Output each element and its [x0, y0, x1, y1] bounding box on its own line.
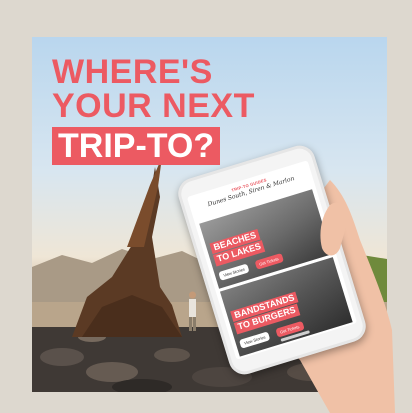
thumb: [320, 202, 349, 256]
